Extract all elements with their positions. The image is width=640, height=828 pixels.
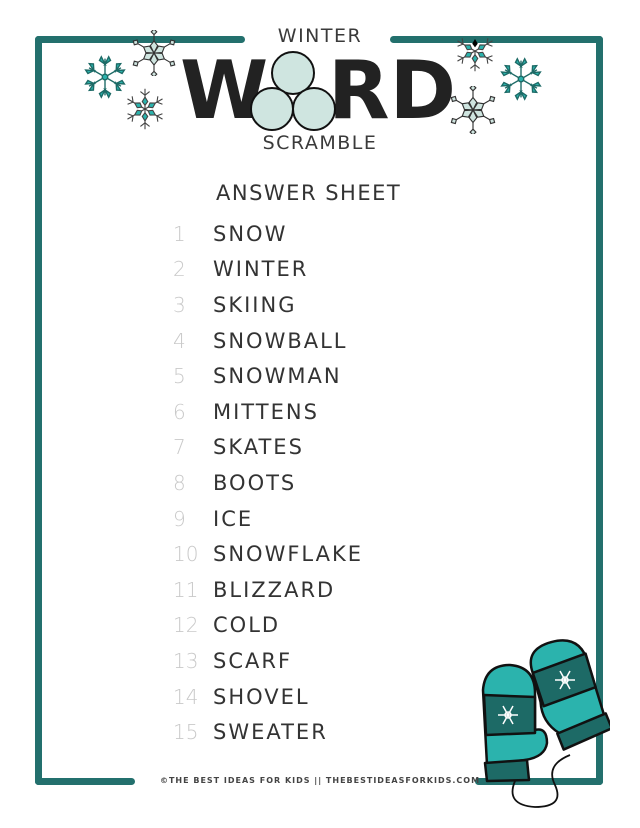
snowflake-icon <box>130 30 178 76</box>
snowflake-icon <box>124 88 166 130</box>
answer-item: 11 BLIZZARD <box>173 572 363 608</box>
answer-number: 3 <box>173 292 186 317</box>
answer-item: 15 SWEATER <box>173 714 363 750</box>
snowflake-icon <box>448 86 498 134</box>
answer-word: BOOTS <box>213 470 297 495</box>
answer-number: 12 <box>173 613 199 638</box>
answer-item: 1 SNOW <box>173 216 363 252</box>
answer-item: 6 MITTENS <box>173 394 363 430</box>
answer-word: BLIZZARD <box>213 577 336 602</box>
answer-item: 4 SNOWBALL <box>173 323 363 359</box>
answer-number: 13 <box>173 648 199 673</box>
answer-number: 2 <box>173 257 186 282</box>
answer-number: 14 <box>173 684 199 709</box>
answer-word: SNOWMAN <box>213 364 342 389</box>
answer-sheet-heading: ANSWER SHEET <box>216 181 402 205</box>
title-winter: WINTER <box>277 25 363 47</box>
footer-credit: ©THE BEST IDEAS FOR KIDS || THEBESTIDEAS… <box>159 776 481 785</box>
answer-word: SNOWFLAKE <box>213 542 363 567</box>
logo-letter-w: W <box>180 48 268 137</box>
answer-number: 5 <box>173 364 186 389</box>
answer-number: 6 <box>173 399 186 424</box>
answer-word: SKIING <box>213 292 297 317</box>
answer-number: 4 <box>173 328 186 353</box>
answer-word: MITTENS <box>213 399 319 424</box>
answer-item: 12 COLD <box>173 608 363 644</box>
answer-word: SHOVEL <box>213 684 310 709</box>
answer-list: 1 SNOW 2 WINTER 3 SKIING 4 SNOWBALL 5 SNOWMAN 6 MIT… <box>173 216 363 750</box>
answer-item: 10 SNOWFLAKE <box>173 536 363 572</box>
answer-item: 9 ICE <box>173 501 363 537</box>
title-scramble: SCRAMBLE <box>262 132 378 154</box>
answer-number: 10 <box>173 542 199 567</box>
answer-number: 8 <box>173 470 186 495</box>
answer-word: SCARF <box>213 648 293 673</box>
answer-number: 7 <box>173 435 186 460</box>
answer-word: COLD <box>213 613 281 638</box>
answer-item: 14 SHOVEL <box>173 679 363 715</box>
snowflake-icon <box>454 30 496 72</box>
answer-number: 1 <box>173 221 186 246</box>
answer-word: WINTER <box>213 257 309 282</box>
logo-letters-rd: RD <box>328 48 456 137</box>
answer-word: SWEATER <box>213 720 328 745</box>
answer-item: 13 SCARF <box>173 643 363 679</box>
answer-word: SNOWBALL <box>213 328 348 353</box>
answer-number: 15 <box>173 720 199 745</box>
answer-word: ICE <box>213 506 254 531</box>
answer-item: 5 SNOWMAN <box>173 358 363 394</box>
answer-item: 7 SKATES <box>173 430 363 466</box>
answer-item: 8 BOOTS <box>173 465 363 501</box>
answer-word: SKATES <box>213 435 304 460</box>
answer-word: SNOW <box>213 221 288 246</box>
answer-item: 2 WINTER <box>173 252 363 288</box>
answer-number: 9 <box>173 506 186 531</box>
word-logo: W RD <box>180 48 456 137</box>
snowflake-icon <box>500 58 542 100</box>
answer-number: 11 <box>173 577 199 602</box>
answer-item: 3 SKIING <box>173 287 363 323</box>
